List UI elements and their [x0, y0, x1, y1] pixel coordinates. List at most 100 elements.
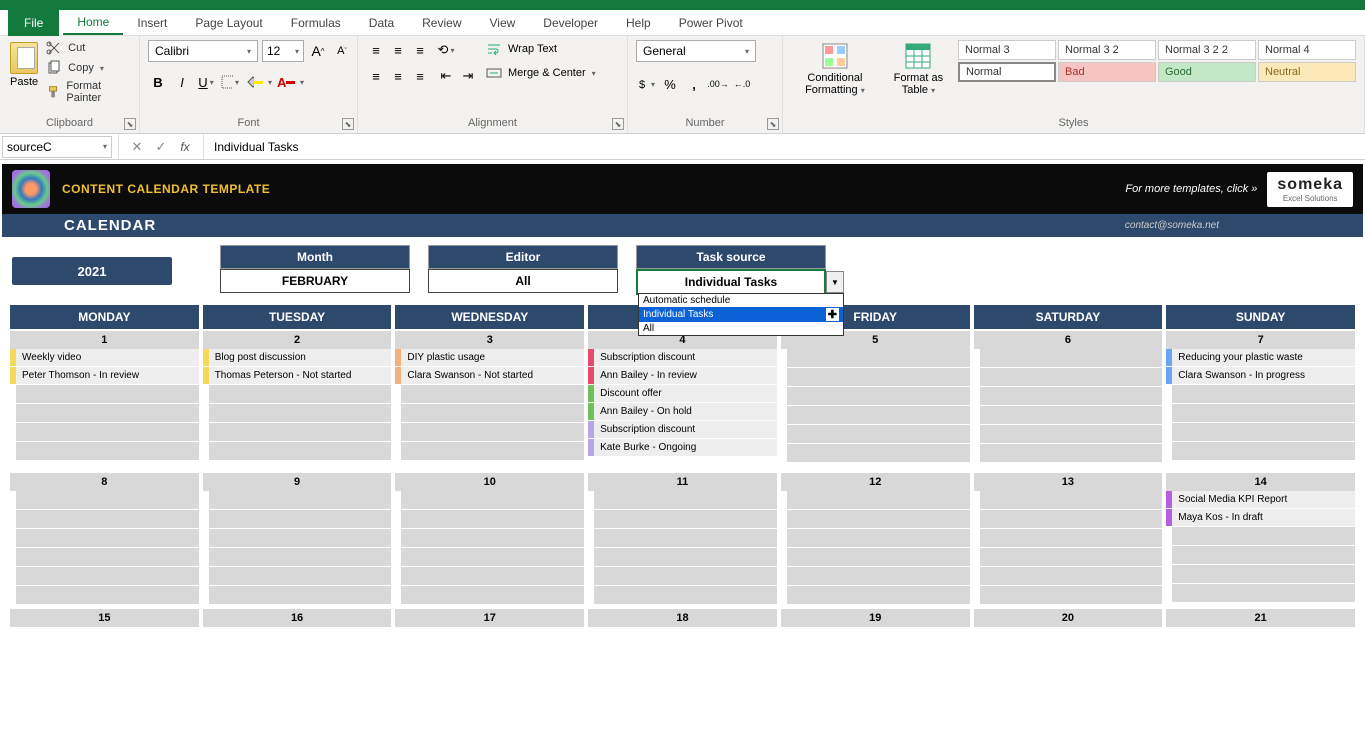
contact-link[interactable]: contact@someka.net: [1125, 220, 1219, 231]
calendar-cell[interactable]: 19: [781, 607, 970, 747]
insert-function-button[interactable]: fx: [175, 140, 195, 154]
clipboard-launcher[interactable]: ⬊: [124, 118, 136, 130]
calendar-cell[interactable]: 17: [395, 607, 584, 747]
calendar-cell[interactable]: 6: [974, 331, 1163, 471]
wrap-text-button[interactable]: Wrap Text: [484, 40, 598, 58]
cut-button[interactable]: Cut: [46, 40, 131, 56]
calendar-cell[interactable]: 18: [588, 607, 777, 747]
copy-button[interactable]: Copy ▾: [46, 60, 131, 76]
more-templates-link[interactable]: For more templates, click »: [1125, 183, 1257, 195]
italic-button[interactable]: I: [172, 72, 192, 92]
calendar-cell[interactable]: 15: [10, 607, 199, 747]
calendar-cell[interactable]: 11: [588, 473, 777, 605]
percent-button[interactable]: %: [660, 74, 680, 94]
calendar-cell[interactable]: 4Subscription discountAnn Bailey - In re…: [588, 331, 777, 471]
cancel-formula-button[interactable]: ✕: [127, 139, 147, 155]
style-cell[interactable]: Good: [1158, 62, 1256, 82]
font-name-select[interactable]: Calibri▾: [148, 40, 258, 62]
format-as-table-button[interactable]: Format as Table ▾: [885, 40, 952, 98]
calendar-cell[interactable]: 13: [974, 473, 1163, 605]
align-bottom-button[interactable]: ≡: [410, 40, 430, 60]
font-color-button[interactable]: A: [276, 72, 296, 92]
calendar-cell[interactable]: 21: [1166, 607, 1355, 747]
tab-formulas[interactable]: Formulas: [277, 12, 355, 34]
someka-logo[interactable]: someka Excel Solutions: [1267, 172, 1353, 207]
accounting-button[interactable]: $▾: [636, 74, 656, 94]
task-source-select[interactable]: Individual Tasks ▼ Automatic scheduleInd…: [636, 269, 826, 295]
conditional-formatting-button[interactable]: Conditional Formatting ▾: [791, 40, 879, 98]
tab-view[interactable]: View: [476, 12, 530, 34]
style-cell[interactable]: Normal 3 2: [1058, 40, 1156, 60]
month-select[interactable]: FEBRUARY: [220, 269, 410, 293]
editor-select[interactable]: All: [428, 269, 618, 293]
decrease-decimal-button[interactable]: ←.0: [732, 74, 752, 94]
tab-file[interactable]: File: [8, 10, 59, 36]
paste-button[interactable]: Paste: [8, 40, 40, 90]
task-text: [209, 567, 392, 585]
tab-home[interactable]: Home: [63, 11, 123, 35]
style-cell[interactable]: Neutral: [1258, 62, 1356, 82]
increase-font-button[interactable]: A^: [308, 41, 328, 61]
calendar-cell[interactable]: 12: [781, 473, 970, 605]
calendar-cell[interactable]: 9: [203, 473, 392, 605]
task-text: [1172, 565, 1355, 583]
year-display[interactable]: 2021: [12, 257, 172, 285]
calendar-cell[interactable]: 20: [974, 607, 1163, 747]
tab-insert[interactable]: Insert: [123, 12, 181, 34]
comma-button[interactable]: ,: [684, 74, 704, 94]
font-size-select[interactable]: 12▾: [262, 40, 304, 62]
bold-button[interactable]: B: [148, 72, 168, 92]
calendar-cell[interactable]: 2Blog post discussionThomas Peterson - N…: [203, 331, 392, 471]
style-cell[interactable]: Normal 3: [958, 40, 1056, 60]
align-right-button[interactable]: ≡: [410, 66, 430, 86]
tab-page-layout[interactable]: Page Layout: [181, 12, 276, 34]
calendar-cell[interactable]: 3DIY plastic usageClara Swanson - Not st…: [395, 331, 584, 471]
calendar-cell[interactable]: 1Weekly videoPeter Thomson - In review: [10, 331, 199, 471]
align-middle-button[interactable]: ≡: [388, 40, 408, 60]
task-text: [787, 491, 970, 509]
tab-help[interactable]: Help: [612, 12, 665, 34]
calendar-cell[interactable]: 14Social Media KPI ReportMaya Kos - In d…: [1166, 473, 1355, 605]
format-painter-button[interactable]: Format Painter: [46, 80, 131, 104]
font-launcher[interactable]: ⬊: [342, 118, 354, 130]
orientation-button[interactable]: ⟲▾: [436, 40, 456, 60]
align-left-button[interactable]: ≡: [366, 66, 386, 86]
increase-decimal-button[interactable]: .00→: [708, 74, 728, 94]
number-format-select[interactable]: General▾: [636, 40, 756, 62]
formula-input[interactable]: [204, 138, 1365, 156]
calendar-cell[interactable]: 16: [203, 607, 392, 747]
number-launcher[interactable]: ⬊: [767, 118, 779, 130]
style-cell[interactable]: Bad: [1058, 62, 1156, 82]
dropdown-option[interactable]: All: [639, 322, 843, 335]
style-cell[interactable]: Normal 4: [1258, 40, 1356, 60]
cell-styles-gallery[interactable]: Normal 3Normal 3 2Normal 3 2 2Normal 4 No…: [958, 40, 1356, 82]
align-center-button[interactable]: ≡: [388, 66, 408, 86]
fill-color-button[interactable]: [244, 72, 264, 92]
border-button[interactable]: ▾: [220, 72, 240, 92]
tab-data[interactable]: Data: [355, 12, 408, 34]
tab-power-pivot[interactable]: Power Pivot: [665, 12, 757, 34]
dropdown-option[interactable]: Individual Tasks✚: [639, 307, 843, 322]
calendar-cell[interactable]: 5: [781, 331, 970, 471]
dropdown-trigger-icon[interactable]: ▼: [826, 271, 844, 293]
task-text: [209, 510, 392, 528]
date-number: 6: [974, 331, 1163, 349]
dropdown-option[interactable]: Automatic schedule: [639, 294, 843, 307]
decrease-indent-button[interactable]: ⇤: [436, 66, 456, 86]
merge-center-button[interactable]: Merge & Center ▾: [484, 64, 598, 82]
increase-indent-button[interactable]: ⇥: [458, 66, 478, 86]
tab-review[interactable]: Review: [408, 12, 475, 34]
calendar-cell[interactable]: 8: [10, 473, 199, 605]
tab-developer[interactable]: Developer: [529, 12, 612, 34]
style-cell[interactable]: Normal: [958, 62, 1056, 82]
decrease-font-button[interactable]: Aˇ: [332, 41, 352, 61]
name-box[interactable]: sourceC▾: [2, 136, 112, 158]
date-number: 17: [395, 609, 584, 627]
underline-button[interactable]: U▾: [196, 72, 216, 92]
calendar-cell[interactable]: 10: [395, 473, 584, 605]
style-cell[interactable]: Normal 3 2 2: [1158, 40, 1256, 60]
alignment-launcher[interactable]: ⬊: [612, 118, 624, 130]
align-top-button[interactable]: ≡: [366, 40, 386, 60]
enter-formula-button[interactable]: ✓: [151, 139, 171, 155]
calendar-cell[interactable]: 7Reducing your plastic wasteClara Swanso…: [1166, 331, 1355, 471]
